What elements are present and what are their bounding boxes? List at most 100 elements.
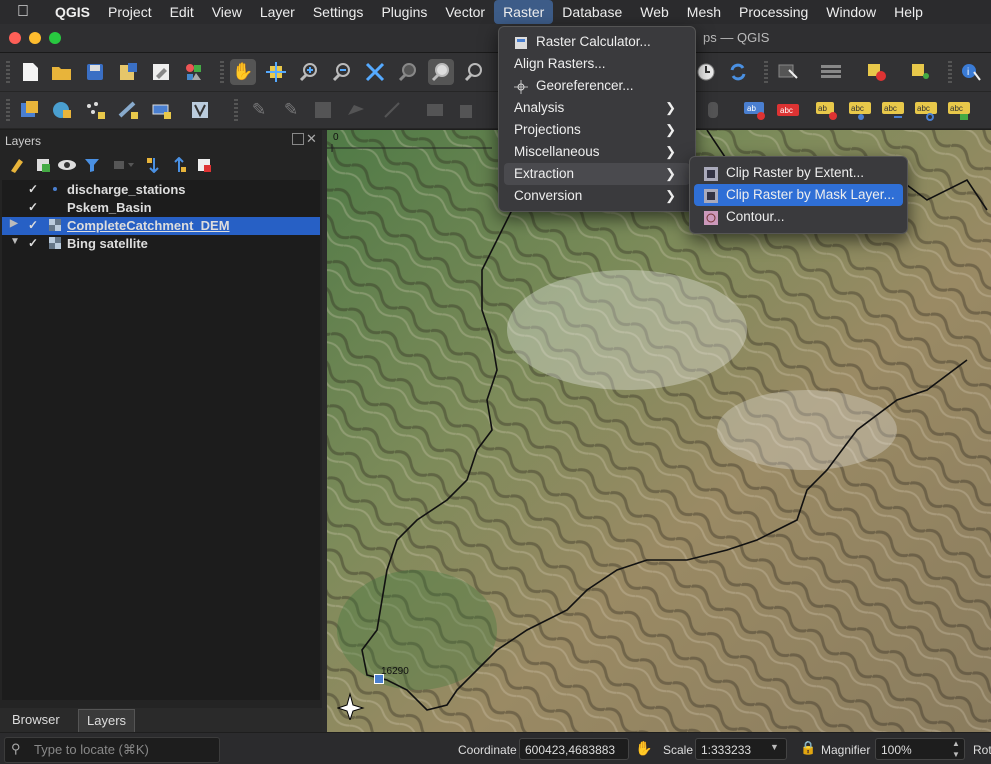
layer-visibility-checkbox[interactable]: ✓: [28, 200, 38, 214]
menu-item-conversion[interactable]: Conversion ❯: [504, 185, 690, 207]
zoom-native-icon[interactable]: [461, 59, 487, 85]
select-features-icon[interactable]: [775, 59, 801, 85]
menu-layer[interactable]: Layer: [251, 0, 304, 24]
pan-hand-icon[interactable]: ✋: [230, 59, 256, 85]
toolbar-grip[interactable]: [220, 61, 224, 83]
minimize-window-button[interactable]: [29, 32, 41, 44]
menu-edit[interactable]: Edit: [161, 0, 203, 24]
menu-settings[interactable]: Settings: [304, 0, 373, 24]
data-source-manager-icon[interactable]: [17, 97, 43, 123]
layer-style-icon[interactable]: [4, 152, 30, 178]
filter-expression-icon[interactable]: [110, 152, 136, 178]
layer-visibility-checkbox[interactable]: ✓: [28, 218, 38, 232]
open-project-icon[interactable]: [49, 59, 75, 85]
identify-icon[interactable]: i: [958, 59, 984, 85]
toolbar-grip[interactable]: [764, 61, 768, 83]
chevron-down-icon[interactable]: ▼: [770, 742, 779, 752]
menu-window[interactable]: Window: [817, 0, 885, 24]
layer-row-pskem-basin[interactable]: ✓ Pskem_Basin: [2, 199, 320, 217]
remove-layer-icon[interactable]: [191, 152, 217, 178]
menu-item-projections[interactable]: Projections ❯: [504, 119, 690, 141]
toggle-editing-icon[interactable]: ✎: [278, 97, 304, 123]
new-virtual-layer-icon[interactable]: [188, 97, 214, 123]
menu-item-analysis[interactable]: Analysis ❯: [504, 97, 690, 119]
show-hide-labels-icon[interactable]: abc: [847, 97, 873, 123]
toolbar-grip[interactable]: [6, 99, 10, 121]
rotate-label-icon[interactable]: abc: [913, 97, 939, 123]
save-edits-icon[interactable]: [310, 97, 336, 123]
close-panel-icon[interactable]: ✕: [306, 131, 317, 147]
edit-pencil-icon[interactable]: ✎: [246, 97, 272, 123]
modify-attributes-icon[interactable]: [422, 97, 448, 123]
layer-row-discharge-stations[interactable]: ✓ discharge_stations: [2, 181, 320, 199]
locator-search-input[interactable]: ⚲ Type to locate (⌘K): [4, 737, 220, 763]
toolbar-grip[interactable]: [948, 61, 952, 83]
expand-arrow-icon[interactable]: ▶: [10, 218, 18, 229]
coordinate-toggle-icon[interactable]: ✋: [635, 740, 652, 757]
menu-item-clip-raster-by-mask-layer[interactable]: Clip Raster by Mask Layer...: [694, 184, 903, 206]
add-feature-icon[interactable]: [343, 97, 369, 123]
new-point-layer-icon[interactable]: [83, 97, 109, 123]
zoom-full-icon[interactable]: [362, 59, 388, 85]
new-line-layer-icon[interactable]: [116, 97, 142, 123]
expand-all-icon[interactable]: [141, 152, 167, 178]
zoom-selection-icon[interactable]: [395, 59, 421, 85]
menu-item-raster-calculator[interactable]: Raster Calculator...: [504, 31, 690, 53]
new-polygon-layer-icon[interactable]: [149, 97, 175, 123]
float-panel-icon[interactable]: [292, 133, 304, 145]
menu-help[interactable]: Help: [885, 0, 932, 24]
print-layout-icon[interactable]: [148, 59, 174, 85]
style-manager-icon[interactable]: [181, 59, 207, 85]
menu-item-align-rasters[interactable]: Align Rasters...: [504, 53, 690, 75]
menu-item-extraction[interactable]: Extraction ❯: [504, 163, 690, 185]
menu-database[interactable]: Database: [553, 0, 631, 24]
zoom-in-icon[interactable]: [296, 59, 322, 85]
collapse-all-icon[interactable]: [166, 152, 192, 178]
vertex-tool-icon[interactable]: [380, 97, 406, 123]
menu-processing[interactable]: Processing: [730, 0, 817, 24]
pin-label-icon[interactable]: ab: [814, 97, 840, 123]
apple-icon[interactable]: : [0, 3, 46, 21]
layer-visibility-checkbox[interactable]: ✓: [28, 182, 38, 196]
new-geopackage-icon[interactable]: [50, 97, 76, 123]
zoom-layer-icon[interactable]: [428, 59, 454, 85]
zoom-window-button[interactable]: [49, 32, 61, 44]
layer-row-completecatchment-dem[interactable]: ▶ ✓ CompleteCatchment_DEM: [2, 217, 320, 235]
zoom-out-icon[interactable]: [329, 59, 355, 85]
menu-view[interactable]: View: [203, 0, 251, 24]
menu-item-contour[interactable]: Contour...: [694, 206, 903, 228]
refresh-icon[interactable]: [725, 59, 751, 85]
new-project-icon[interactable]: [17, 59, 43, 85]
save-project-icon[interactable]: [82, 59, 108, 85]
temporal-clock-icon[interactable]: [693, 59, 719, 85]
menu-item-miscellaneous[interactable]: Miscellaneous ❯: [504, 141, 690, 163]
coordinate-field[interactable]: 600423,4683883: [519, 738, 629, 760]
menu-vector[interactable]: Vector: [436, 0, 494, 24]
tab-browser[interactable]: Browser: [4, 709, 68, 731]
toolbar-grip[interactable]: [6, 61, 10, 83]
menu-project[interactable]: Project: [99, 0, 161, 24]
lock-icon[interactable]: 🔒: [800, 740, 816, 756]
menu-item-clip-raster-by-extent[interactable]: Clip Raster by Extent...: [694, 162, 903, 184]
move-label-icon[interactable]: abc: [880, 97, 906, 123]
magnifier-stepper[interactable]: ▲ ▼: [952, 738, 960, 760]
menu-qgis[interactable]: QGIS: [46, 0, 99, 24]
menu-web[interactable]: Web: [631, 0, 678, 24]
attribute-table-icon[interactable]: [818, 59, 844, 85]
tab-layers[interactable]: Layers: [78, 709, 136, 732]
visibility-eye-icon[interactable]: [54, 152, 80, 178]
menu-raster[interactable]: Raster: [494, 0, 554, 24]
filter-icon[interactable]: [79, 152, 105, 178]
save-as-icon[interactable]: [115, 59, 141, 85]
digitize-icon[interactable]: [700, 97, 726, 123]
delete-selected-icon[interactable]: [453, 97, 479, 123]
close-window-button[interactable]: [9, 32, 21, 44]
menu-mesh[interactable]: Mesh: [678, 0, 730, 24]
layer-visibility-checkbox[interactable]: ✓: [28, 236, 38, 250]
select-location-icon[interactable]: [908, 59, 934, 85]
change-label-icon[interactable]: abc: [946, 97, 972, 123]
pan-to-selection-icon[interactable]: [263, 59, 289, 85]
toolbar-grip[interactable]: [234, 99, 238, 121]
menu-item-georeferencer[interactable]: Georeferencer...: [504, 75, 690, 97]
label-toolbar-icon[interactable]: ab: [742, 97, 768, 123]
